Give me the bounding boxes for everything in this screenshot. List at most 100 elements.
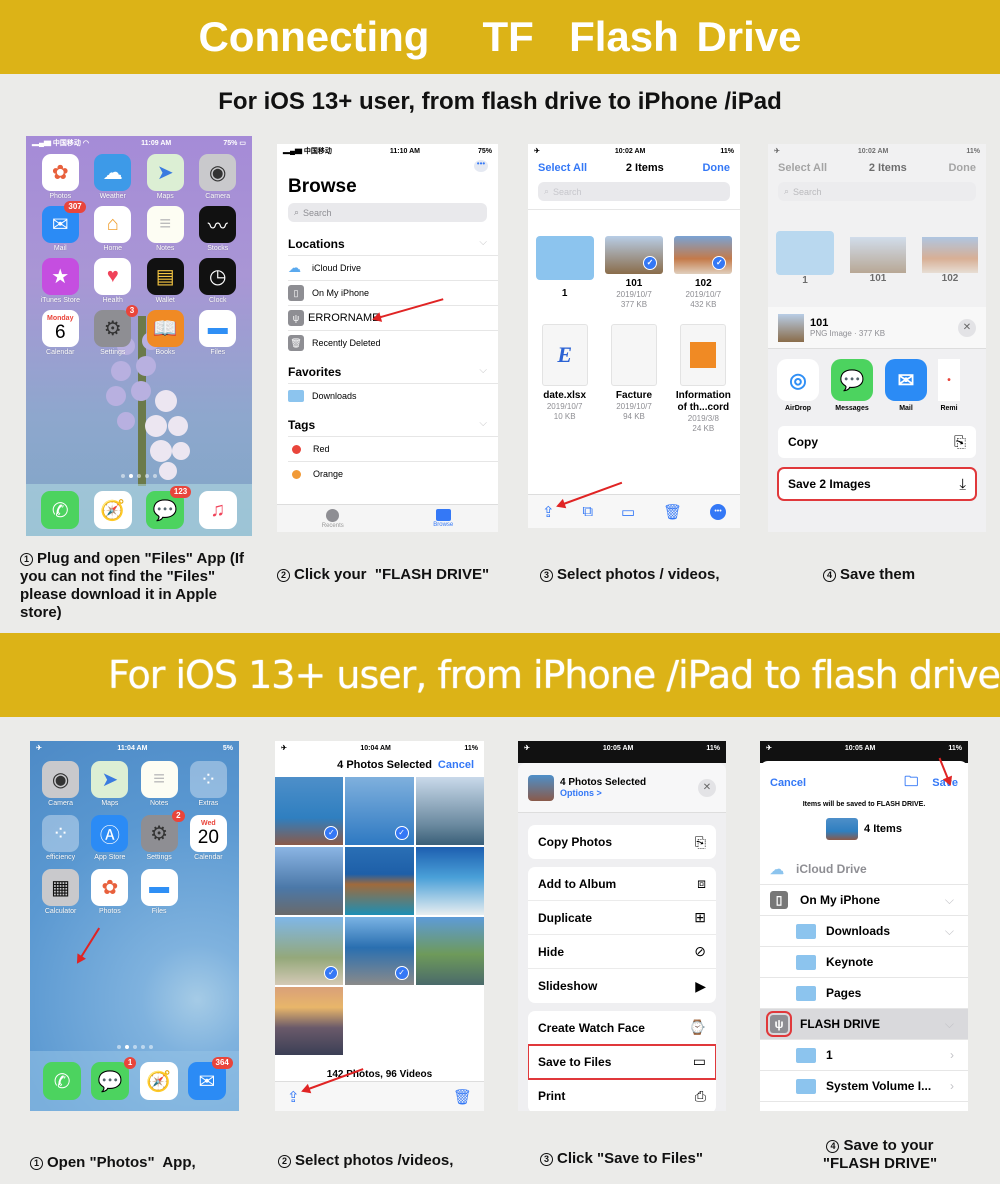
- app-photos[interactable]: ✿ Photos: [34, 154, 87, 200]
- options-link[interactable]: Options >: [560, 788, 692, 798]
- tag-orange[interactable]: Orange: [288, 461, 498, 486]
- more-icon[interactable]: •••: [710, 503, 727, 520]
- app-extras[interactable]: ⁘ Extras: [184, 761, 233, 807]
- copy-action[interactable]: Copy ⎘: [778, 426, 976, 458]
- photo-thumbnail[interactable]: [415, 777, 484, 845]
- location-flash-drive[interactable]: ψ ERRORNAME: [288, 298, 498, 330]
- done-button[interactable]: Done: [702, 162, 730, 174]
- app-settings[interactable]: ⚙ 3 Settings: [87, 305, 140, 356]
- photo-thumbnail[interactable]: [345, 847, 414, 915]
- tab-browse[interactable]: Browse: [433, 509, 453, 528]
- chevron-down-icon[interactable]: ⌵: [945, 893, 954, 908]
- location-row[interactable]: 1 ›: [760, 1040, 968, 1071]
- location-row[interactable]: ☁ iCloud Drive: [760, 854, 968, 885]
- photo-thumbnail[interactable]: [275, 987, 344, 1055]
- done-button[interactable]: Done: [948, 162, 976, 174]
- app-camera[interactable]: ◉ Camera: [36, 761, 85, 807]
- app-maps[interactable]: ➤ Maps: [139, 154, 192, 200]
- app-itunes-store[interactable]: ★ iTunes Store: [34, 258, 87, 304]
- app-notes[interactable]: ≡ Notes: [135, 761, 184, 807]
- app-camera[interactable]: ◉ Camera: [192, 154, 245, 200]
- file-item[interactable]: Facture 2019/10/7 94 KB: [603, 324, 664, 434]
- app-home[interactable]: ⌂ Home: [87, 206, 140, 252]
- app-maps[interactable]: ➤ Maps: [85, 761, 134, 807]
- share-icon[interactable]: ⇪: [287, 1088, 300, 1106]
- dock-phone[interactable]: ✆: [41, 491, 80, 529]
- tab-recents[interactable]: Recents: [322, 508, 344, 529]
- location-on-my-iphone[interactable]: ▯ On My iPhone: [288, 280, 498, 305]
- file-item[interactable]: 1: [534, 236, 595, 310]
- location-icloud[interactable]: ☁ iCloud Drive: [288, 255, 498, 280]
- app-mail[interactable]: ✉ 307 Mail: [34, 201, 87, 252]
- page-dots[interactable]: [116, 1045, 153, 1049]
- action-create-watch-face[interactable]: Create Watch Face ⌚: [528, 1011, 716, 1045]
- more-icon[interactable]: •••: [474, 160, 488, 172]
- trash-icon[interactable]: 🗑: [663, 503, 682, 521]
- photo-thumbnail[interactable]: ✓: [345, 777, 414, 845]
- action-add-to-album[interactable]: Add to Album ⧈: [528, 867, 716, 901]
- location-row[interactable]: System Volume I... ›: [760, 1071, 968, 1102]
- action-hide[interactable]: Hide ⊘: [528, 935, 716, 969]
- save-images-action[interactable]: Save 2 Images ⤓: [777, 467, 977, 501]
- dock-safari[interactable]: 🧭: [93, 491, 132, 529]
- photo-thumbnail[interactable]: [415, 917, 484, 985]
- chevron-right-icon[interactable]: ›: [950, 1048, 954, 1062]
- file-item[interactable]: ✓ 101 2019/10/7 377 KB: [603, 236, 664, 310]
- app-calculator[interactable]: ▦ Calculator: [36, 869, 85, 915]
- duplicate-icon[interactable]: ⧉: [582, 503, 593, 520]
- photo-thumbnail[interactable]: ✓: [275, 917, 344, 985]
- action-save-to-files[interactable]: Save to Files ▭: [528, 1044, 716, 1080]
- close-icon[interactable]: ✕: [958, 318, 976, 337]
- share-icon[interactable]: ⇪: [542, 503, 555, 521]
- app-notes[interactable]: ≡ Notes: [139, 206, 192, 252]
- location-row[interactable]: Keynote: [760, 947, 968, 978]
- search-input[interactable]: ⌕ Search: [288, 203, 487, 222]
- dock-mail[interactable]: ✉ 364: [187, 1057, 233, 1100]
- action-slideshow[interactable]: Slideshow ▶: [528, 969, 716, 1003]
- app-health[interactable]: ♥ Health: [87, 258, 140, 304]
- app-files[interactable]: ▬ Files: [192, 310, 245, 356]
- trash-icon[interactable]: 🗑: [453, 1088, 472, 1106]
- app-weather[interactable]: ☁ Weather: [87, 154, 140, 200]
- app-efficiency[interactable]: ⁘ efficiency: [36, 815, 85, 861]
- app-books[interactable]: 📖 Books: [139, 310, 192, 356]
- app-calendar[interactable]: Monday 6 Calendar: [34, 310, 87, 356]
- share-reminders[interactable]: • Remi: [938, 359, 960, 412]
- location-recently-deleted[interactable]: 🗑 Recently Deleted: [288, 330, 498, 355]
- dock-safari[interactable]: 🧭: [139, 1062, 178, 1100]
- share-airdrop[interactable]: ◎ AirDrop: [776, 359, 820, 412]
- cancel-button[interactable]: Cancel: [770, 777, 806, 789]
- share-messages[interactable]: 💬 Messages: [830, 359, 874, 412]
- chevron-right-icon[interactable]: ›: [950, 1079, 954, 1093]
- file-item[interactable]: Information of th...cord 2019/3/8 24 KB: [673, 324, 734, 434]
- app-stocks[interactable]: 〰 Stocks: [192, 206, 245, 252]
- share-mail[interactable]: ✉ Mail: [884, 359, 928, 412]
- photo-thumbnail[interactable]: [275, 847, 344, 915]
- select-all-button[interactable]: Select All: [778, 162, 827, 174]
- app-clock[interactable]: ◷ Clock: [192, 258, 245, 304]
- action-print[interactable]: Print ⎙: [528, 1079, 716, 1111]
- page-dots[interactable]: [121, 474, 157, 478]
- chevron-down-icon[interactable]: ⌵: [945, 924, 954, 939]
- location-row[interactable]: ψ FLASH DRIVE ⌵: [760, 1009, 968, 1040]
- file-item[interactable]: Edate.xlsx 2019/10/7 10 KB: [534, 324, 595, 434]
- app-files[interactable]: ▬ Files: [135, 869, 184, 915]
- action-duplicate[interactable]: Duplicate ⊞: [528, 901, 716, 935]
- folder-icon[interactable]: ▭: [621, 503, 635, 521]
- app-app-store[interactable]: Ⓐ App Store: [85, 815, 134, 861]
- favorites-header[interactable]: Favorites ⌵: [277, 355, 498, 383]
- photo-thumbnail[interactable]: [415, 847, 484, 915]
- search-input[interactable]: ⌕ Search: [778, 182, 976, 201]
- photo-thumbnail[interactable]: ✓: [275, 777, 344, 845]
- new-folder-icon[interactable]: 🗀: [904, 771, 918, 795]
- tags-header[interactable]: Tags ⌵: [277, 408, 498, 436]
- search-input[interactable]: ⌕ Search: [538, 182, 730, 201]
- tag-red[interactable]: Red: [288, 436, 498, 461]
- dock-messages[interactable]: 💬 1: [91, 1057, 137, 1100]
- dock-messages[interactable]: 💬 123: [146, 486, 192, 529]
- app-calendar[interactable]: Wed 20 Calendar: [184, 815, 233, 861]
- location-row[interactable]: Pages: [760, 978, 968, 1009]
- app-settings[interactable]: ⚙ 2 Settings: [135, 810, 185, 861]
- photo-thumbnail[interactable]: ✓: [345, 917, 414, 985]
- action-copy-photos[interactable]: Copy Photos ⎘: [528, 825, 716, 859]
